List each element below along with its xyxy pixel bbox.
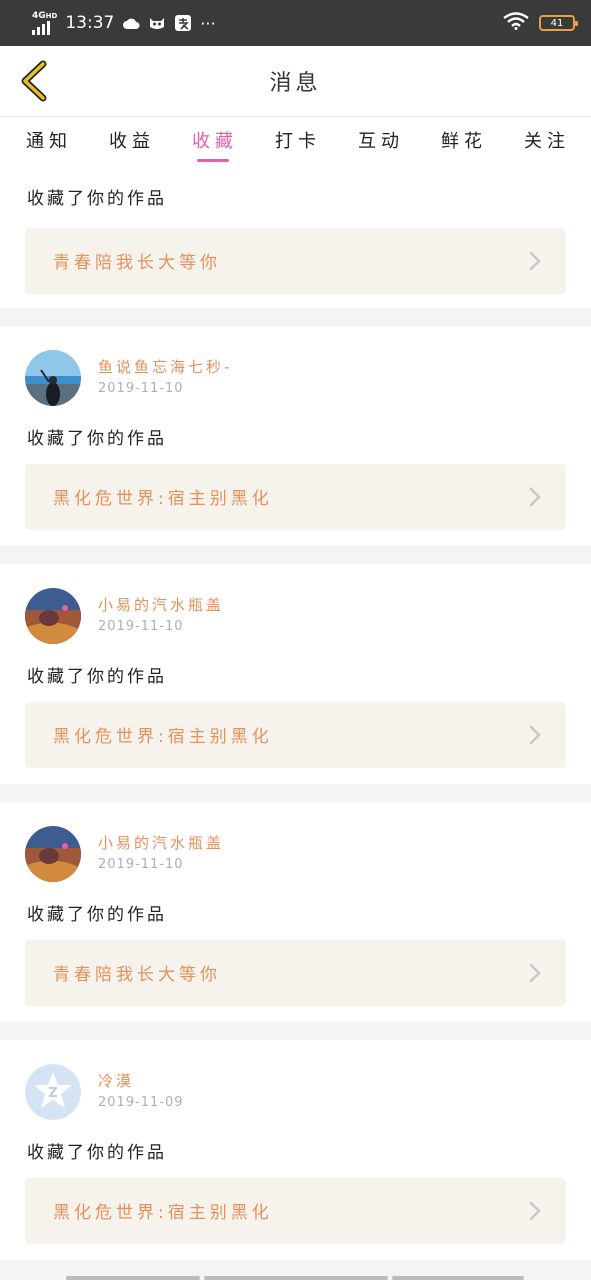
active-tab-indicator xyxy=(197,159,229,162)
app-header: 消息 xyxy=(0,46,591,116)
message-date: 2019-11-09 xyxy=(98,1095,184,1110)
signal-icon xyxy=(32,20,50,35)
work-link[interactable]: 黑化危世界:宿主别黑化 xyxy=(25,1178,566,1244)
status-bar: 4GHD 13:37 ··· 41 xyxy=(0,0,591,46)
wifi-icon xyxy=(503,12,529,34)
clock: 13:37 xyxy=(65,13,115,33)
message-card: 鱼说鱼忘海七秒- 2019-11-10 收藏了你的作品 黑化危世界:宿主别黑化 xyxy=(0,326,591,546)
tab-favorites[interactable]: 收藏 xyxy=(192,127,238,153)
tab-following[interactable]: 关注 xyxy=(524,127,570,153)
tab-interactions[interactable]: 互动 xyxy=(358,127,404,153)
cat-app-icon xyxy=(148,14,166,32)
work-title: 青春陪我长大等你 xyxy=(53,253,221,273)
tab-checkin[interactable]: 打卡 xyxy=(275,127,321,153)
svg-text:Z: Z xyxy=(48,1086,57,1101)
avatar[interactable]: Z xyxy=(25,1064,81,1120)
user-name[interactable]: 小易的汽水瓶盖 xyxy=(98,832,224,853)
page-title: 消息 xyxy=(269,71,322,96)
battery-icon: 41 xyxy=(539,15,578,31)
avatar[interactable] xyxy=(25,826,81,882)
network-indicator: 4GHD xyxy=(32,11,57,35)
work-link[interactable]: 黑化危世界:宿主别黑化 xyxy=(25,702,566,768)
work-link[interactable]: 青春陪我长大等你 xyxy=(25,940,566,1006)
system-nav-bar xyxy=(0,1266,591,1280)
chevron-right-icon xyxy=(529,725,541,745)
chevron-right-icon xyxy=(529,487,541,507)
user-name[interactable]: 鱼说鱼忘海七秒- xyxy=(98,356,232,377)
message-action-text: 收藏了你的作品 xyxy=(27,189,167,209)
chevron-left-icon xyxy=(21,60,47,102)
message-action-text: 收藏了你的作品 xyxy=(27,429,167,449)
message-card: Z 冷漠 2019-11-09 收藏了你的作品 黑化危世界:宿主别黑化 xyxy=(0,1040,591,1260)
tab-notifications[interactable]: 通知 xyxy=(26,127,72,153)
message-card: 收藏了你的作品 青春陪我长大等你 xyxy=(0,168,591,308)
message-date: 2019-11-10 xyxy=(98,619,184,634)
message-list: 收藏了你的作品 青春陪我长大等你 鱼说鱼忘海七秒- 2019-11-10 收藏了… xyxy=(0,168,591,1278)
tab-bar: 通知 收益 收藏 打卡 互动 鲜花 关注 xyxy=(0,116,591,168)
tab-earnings[interactable]: 收益 xyxy=(109,127,155,153)
work-link[interactable]: 青春陪我长大等你 xyxy=(25,228,566,294)
message-date: 2019-11-10 xyxy=(98,857,184,872)
work-title: 青春陪我长大等你 xyxy=(53,965,221,985)
message-action-text: 收藏了你的作品 xyxy=(27,667,167,687)
message-date: 2019-11-10 xyxy=(98,381,184,396)
back-button[interactable] xyxy=(14,60,54,102)
chevron-right-icon xyxy=(529,251,541,271)
avatar[interactable] xyxy=(25,588,81,644)
more-notifications-icon: ··· xyxy=(200,13,216,33)
tab-flowers[interactable]: 鲜花 xyxy=(441,127,487,153)
nav-gesture-home[interactable] xyxy=(204,1276,388,1280)
user-name[interactable]: 冷漠 xyxy=(98,1070,134,1091)
chevron-right-icon xyxy=(529,1201,541,1221)
message-action-text: 收藏了你的作品 xyxy=(27,1143,167,1163)
message-action-text: 收藏了你的作品 xyxy=(27,905,167,925)
nav-gesture-left[interactable] xyxy=(66,1276,200,1280)
chevron-right-icon xyxy=(529,963,541,983)
alipay-icon xyxy=(174,14,192,32)
qq-default-avatar-icon: Z xyxy=(25,1064,81,1120)
work-title: 黑化危世界:宿主别黑化 xyxy=(53,727,273,747)
user-name[interactable]: 小易的汽水瓶盖 xyxy=(98,594,224,615)
cloud-icon xyxy=(122,14,140,32)
message-card: 小易的汽水瓶盖 2019-11-10 收藏了你的作品 黑化危世界:宿主别黑化 xyxy=(0,564,591,784)
message-card: 小易的汽水瓶盖 2019-11-10 收藏了你的作品 青春陪我长大等你 xyxy=(0,802,591,1022)
work-link[interactable]: 黑化危世界:宿主别黑化 xyxy=(25,464,566,530)
avatar[interactable] xyxy=(25,350,81,406)
work-title: 黑化危世界:宿主别黑化 xyxy=(53,489,273,509)
nav-gesture-right[interactable] xyxy=(392,1276,524,1280)
work-title: 黑化危世界:宿主别黑化 xyxy=(53,1203,273,1223)
